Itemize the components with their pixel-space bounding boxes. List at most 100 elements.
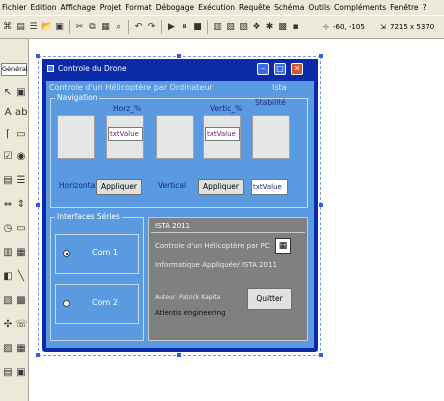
menu-item[interactable]: Requête	[239, 3, 270, 12]
project-explorer-icon[interactable]: ▥	[212, 21, 223, 34]
ista-2011-title: ISTA 2011	[155, 222, 191, 230]
combobox-icon[interactable]: ▤	[2, 175, 14, 187]
form-layout-icon[interactable]: ▨	[238, 21, 249, 34]
component-manager-icon[interactable]: ▪	[290, 21, 301, 34]
data-icon[interactable]: ▩	[15, 295, 27, 307]
copy-icon[interactable]: ⧉	[87, 21, 98, 34]
find-icon[interactable]: ⌕	[113, 21, 124, 34]
info-line2: Informatique Appliquée/ ISTA 2011	[155, 261, 277, 269]
horz-value-input[interactable]: txtValue	[108, 127, 143, 141]
redo-icon[interactable]: ↷	[146, 21, 157, 34]
close-button[interactable]: ✕	[291, 63, 303, 75]
filelist-icon[interactable]: ▦	[15, 247, 27, 259]
com1-option[interactable]: Com 1	[55, 234, 139, 274]
toolbox: Général ↖ ▣ A ab ⌈ ▭ ☑ ◉ ▤ ☰ ⇔ ⇕ ◷ ▭ ▥ ▦…	[0, 39, 29, 401]
apply-vertical-button[interactable]: Appliquer	[198, 179, 244, 195]
run-icon[interactable]: ▶	[166, 21, 177, 34]
open-icon[interactable]: 📂	[41, 21, 52, 34]
com1-radio[interactable]	[63, 250, 70, 257]
menu-item[interactable]: Fenêtre	[390, 3, 418, 12]
menu-item[interactable]: Fichier	[2, 3, 27, 12]
drivelist-icon[interactable]: ▭	[15, 223, 27, 235]
toolbox-icon[interactable]: ✱	[264, 21, 275, 34]
picture-box	[57, 115, 95, 159]
value-input[interactable]: txtValue	[251, 179, 288, 195]
vertic-value-input[interactable]: txtValue	[205, 127, 240, 141]
frame-icon[interactable]: ⌈	[2, 129, 14, 141]
vertic-label: Vertic_%	[210, 104, 243, 113]
toolbar-separator	[161, 20, 162, 34]
menu-editor-icon[interactable]: ☰	[28, 21, 39, 34]
pause-icon[interactable]: ⏸	[179, 21, 190, 34]
tool-icon[interactable]: ▦	[15, 343, 27, 355]
tool-icon[interactable]: ▣	[15, 367, 27, 379]
form-title: Controle du Drone	[58, 64, 127, 73]
hscrollbar-icon[interactable]: ⇔	[2, 199, 14, 211]
computer-icon: ▦	[275, 238, 291, 254]
resize-handle[interactable]	[177, 54, 181, 58]
picturebox-icon[interactable]: ▣	[15, 87, 27, 99]
position-icon: ⊹	[323, 23, 329, 31]
menu-item[interactable]: Projet	[100, 3, 122, 12]
com2-radio[interactable]	[63, 300, 70, 307]
image-icon[interactable]: ▧	[2, 295, 14, 307]
vscrollbar-icon[interactable]: ⇕	[15, 199, 27, 211]
position-readout: -60, -105	[333, 23, 365, 31]
menu-item[interactable]: Débogage	[156, 3, 194, 12]
ista-info-panel: ISTA 2011 Controle d'un Hélicoptère par …	[148, 217, 308, 341]
object-browser-icon[interactable]: ❖	[251, 21, 262, 34]
serial-interfaces-group: Interfaces Séries Com 1 Com 2	[50, 212, 144, 341]
tool-icon[interactable]: ▤	[2, 367, 14, 379]
undo-icon[interactable]: ↶	[133, 21, 144, 34]
minimize-button[interactable]: –	[257, 63, 269, 75]
timer-icon[interactable]: ◷	[2, 223, 14, 235]
dirlist-icon[interactable]: ▥	[2, 247, 14, 259]
menu-item[interactable]: Affichage	[60, 3, 95, 12]
properties-icon[interactable]: ▧	[225, 21, 236, 34]
resize-handle[interactable]	[319, 203, 323, 207]
menu-item[interactable]: Edition	[31, 3, 57, 12]
maximize-button[interactable]: □	[274, 63, 286, 75]
shape-icon[interactable]: ◧	[2, 271, 14, 283]
quit-button[interactable]: Quitter	[247, 288, 292, 310]
resize-handle[interactable]	[177, 353, 181, 357]
company-label: Atlentis engineering	[155, 309, 226, 317]
menu-item[interactable]: ?	[422, 3, 426, 12]
label-icon[interactable]: A	[2, 107, 14, 119]
resize-handle[interactable]	[319, 54, 323, 58]
menu-bar: Fichier Edition Affichage Projet Format Débog…	[0, 0, 444, 15]
menu-item[interactable]: Outils	[308, 3, 330, 12]
mscomm-icon[interactable]: ☏	[15, 319, 28, 331]
toolbar-separator	[69, 20, 70, 34]
apply-horizontal-button[interactable]: Appliquer	[96, 179, 142, 195]
navigation-group: Navigation Horz_% txtValue Vertic_% txtV…	[50, 93, 308, 208]
listbox-icon[interactable]: ☰	[15, 175, 27, 187]
checkbox-icon[interactable]: ☑	[2, 151, 14, 163]
resize-handle[interactable]	[319, 353, 323, 357]
menu-item[interactable]: Compléments	[334, 3, 386, 12]
paste-icon[interactable]: ▦	[100, 21, 111, 34]
commandbutton-icon[interactable]: ▭	[15, 129, 27, 141]
cut-icon[interactable]: ✂	[74, 21, 85, 34]
resize-handle[interactable]	[36, 353, 40, 357]
resize-handle[interactable]	[36, 54, 40, 58]
data-view-icon[interactable]: ▩	[277, 21, 288, 34]
tool-icon[interactable]: ▨	[2, 343, 14, 355]
ole-icon[interactable]: ✣	[2, 319, 14, 331]
line-icon[interactable]: ╲	[15, 271, 27, 283]
menu-item[interactable]: Exécution	[198, 3, 235, 12]
form-heading: Controle d'un Hélicoptère par Ordinateur	[49, 83, 213, 92]
stability-panel	[252, 115, 290, 159]
resize-handle[interactable]	[36, 203, 40, 207]
add-form-icon[interactable]: ▤	[15, 21, 26, 34]
com1-label: Com 1	[92, 248, 118, 257]
pointer-icon[interactable]: ↖	[2, 87, 14, 99]
optionbutton-icon[interactable]: ◉	[15, 151, 27, 163]
save-icon[interactable]: ▣	[54, 21, 65, 34]
com2-option[interactable]: Com 2	[55, 284, 139, 324]
add-project-icon[interactable]: ⌘	[2, 21, 13, 34]
menu-item[interactable]: Schéma	[274, 3, 304, 12]
textbox-icon[interactable]: ab	[15, 107, 27, 119]
menu-item[interactable]: Format	[125, 3, 151, 12]
stop-icon[interactable]: ■	[192, 21, 203, 34]
